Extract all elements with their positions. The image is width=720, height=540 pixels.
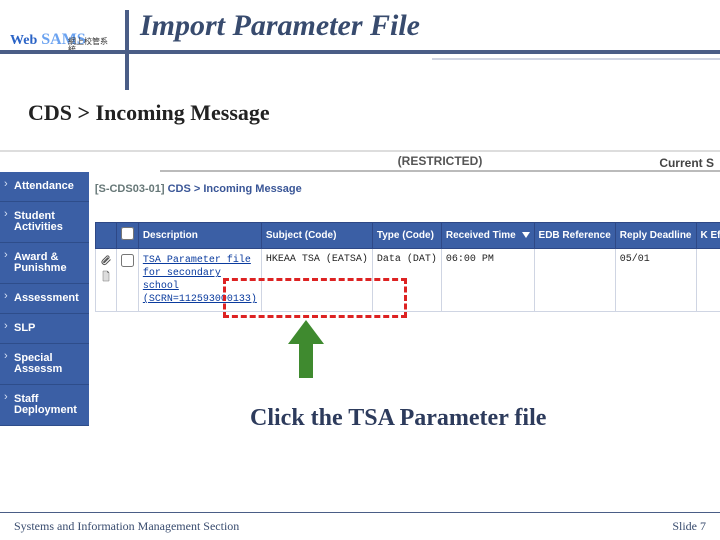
slide-title: Import Parameter File xyxy=(140,8,420,44)
screen-breadcrumb: [S-CDS03-01] CDS > Incoming Message xyxy=(95,176,720,206)
sidebar-item-staff-deployment[interactable]: Staff Deployment xyxy=(0,385,89,426)
cell-edb-reference xyxy=(534,249,615,312)
sidebar-item-award-punishment[interactable]: Award & Punishme xyxy=(0,243,89,284)
current-status-label: Current S xyxy=(653,152,720,174)
col-subject[interactable]: Subject (Code) xyxy=(261,223,372,249)
sidebar-item-slp[interactable]: SLP xyxy=(0,314,89,344)
breadcrumb: CDS > Incoming Message xyxy=(28,100,270,126)
restricted-banner: (RESTRICTED) xyxy=(160,152,720,172)
callout-arrow xyxy=(288,320,322,378)
title-rule xyxy=(0,50,720,54)
callout-text: Click the TSA Parameter file xyxy=(250,404,546,433)
col-edb-reference[interactable]: EDB Reference xyxy=(534,223,615,249)
cell-type: Data (DAT) xyxy=(372,249,441,312)
sidebar-item-special-assessment[interactable]: Special Assessm xyxy=(0,344,89,385)
sidebar-item-attendance[interactable]: Attendance xyxy=(0,172,89,202)
app-screenshot: Current S (RESTRICTED) Attendance Studen… xyxy=(0,150,720,370)
message-description-link[interactable]: TSA Parameter file for secondary school … xyxy=(143,255,257,305)
websams-logo: Web SAMS 網上校管系統 xyxy=(10,10,110,48)
content-panel: [S-CDS03-01] CDS > Incoming Message Page… xyxy=(89,172,720,426)
col-reply-deadline[interactable]: Reply Deadline xyxy=(615,223,696,249)
cell-effective-date xyxy=(696,249,720,312)
cell-reply-deadline: 05/01 xyxy=(615,249,696,312)
sort-desc-icon xyxy=(522,232,530,238)
paperclip-icon xyxy=(100,254,112,266)
slide-header: Web SAMS 網上校管系統 Import Parameter File xyxy=(0,0,720,72)
message-table: Description Subject (Code) Type (Code) R… xyxy=(95,222,720,312)
title-rule-secondary xyxy=(432,58,720,60)
slide-footer: Systems and Information Management Secti… xyxy=(0,512,720,540)
cell-subject: HKEAA TSA (EATSA) xyxy=(261,249,372,312)
sidebar-nav: Attendance Student Activities Award & Pu… xyxy=(0,172,89,426)
footer-slide-number: Slide 7 xyxy=(672,519,706,534)
row-select-checkbox[interactable] xyxy=(121,254,134,267)
title-vertical-rule xyxy=(125,10,129,90)
col-received-time[interactable]: Received Time xyxy=(441,223,534,249)
footer-left: Systems and Information Management Secti… xyxy=(14,519,239,534)
col-description[interactable]: Description xyxy=(138,223,261,249)
col-type[interactable]: Type (Code) xyxy=(372,223,441,249)
screen-path: CDS > Incoming Message xyxy=(168,183,302,195)
select-all-checkbox[interactable] xyxy=(121,227,134,240)
col-effective-date[interactable]: K Effe Da xyxy=(696,223,720,249)
sidebar-item-assessment[interactable]: Assessment xyxy=(0,284,89,314)
document-icon xyxy=(100,270,112,282)
sidebar-item-student-activities[interactable]: Student Activities xyxy=(0,202,89,243)
screen-code: [S-CDS03-01] xyxy=(95,183,165,195)
cell-received: 06:00 PM xyxy=(441,249,534,312)
col-attachment xyxy=(95,223,116,249)
logo-text-web: Web xyxy=(10,34,37,48)
arrow-shaft xyxy=(299,334,313,378)
col-select xyxy=(116,223,138,249)
table-row: TSA Parameter file for secondary school … xyxy=(95,249,720,312)
